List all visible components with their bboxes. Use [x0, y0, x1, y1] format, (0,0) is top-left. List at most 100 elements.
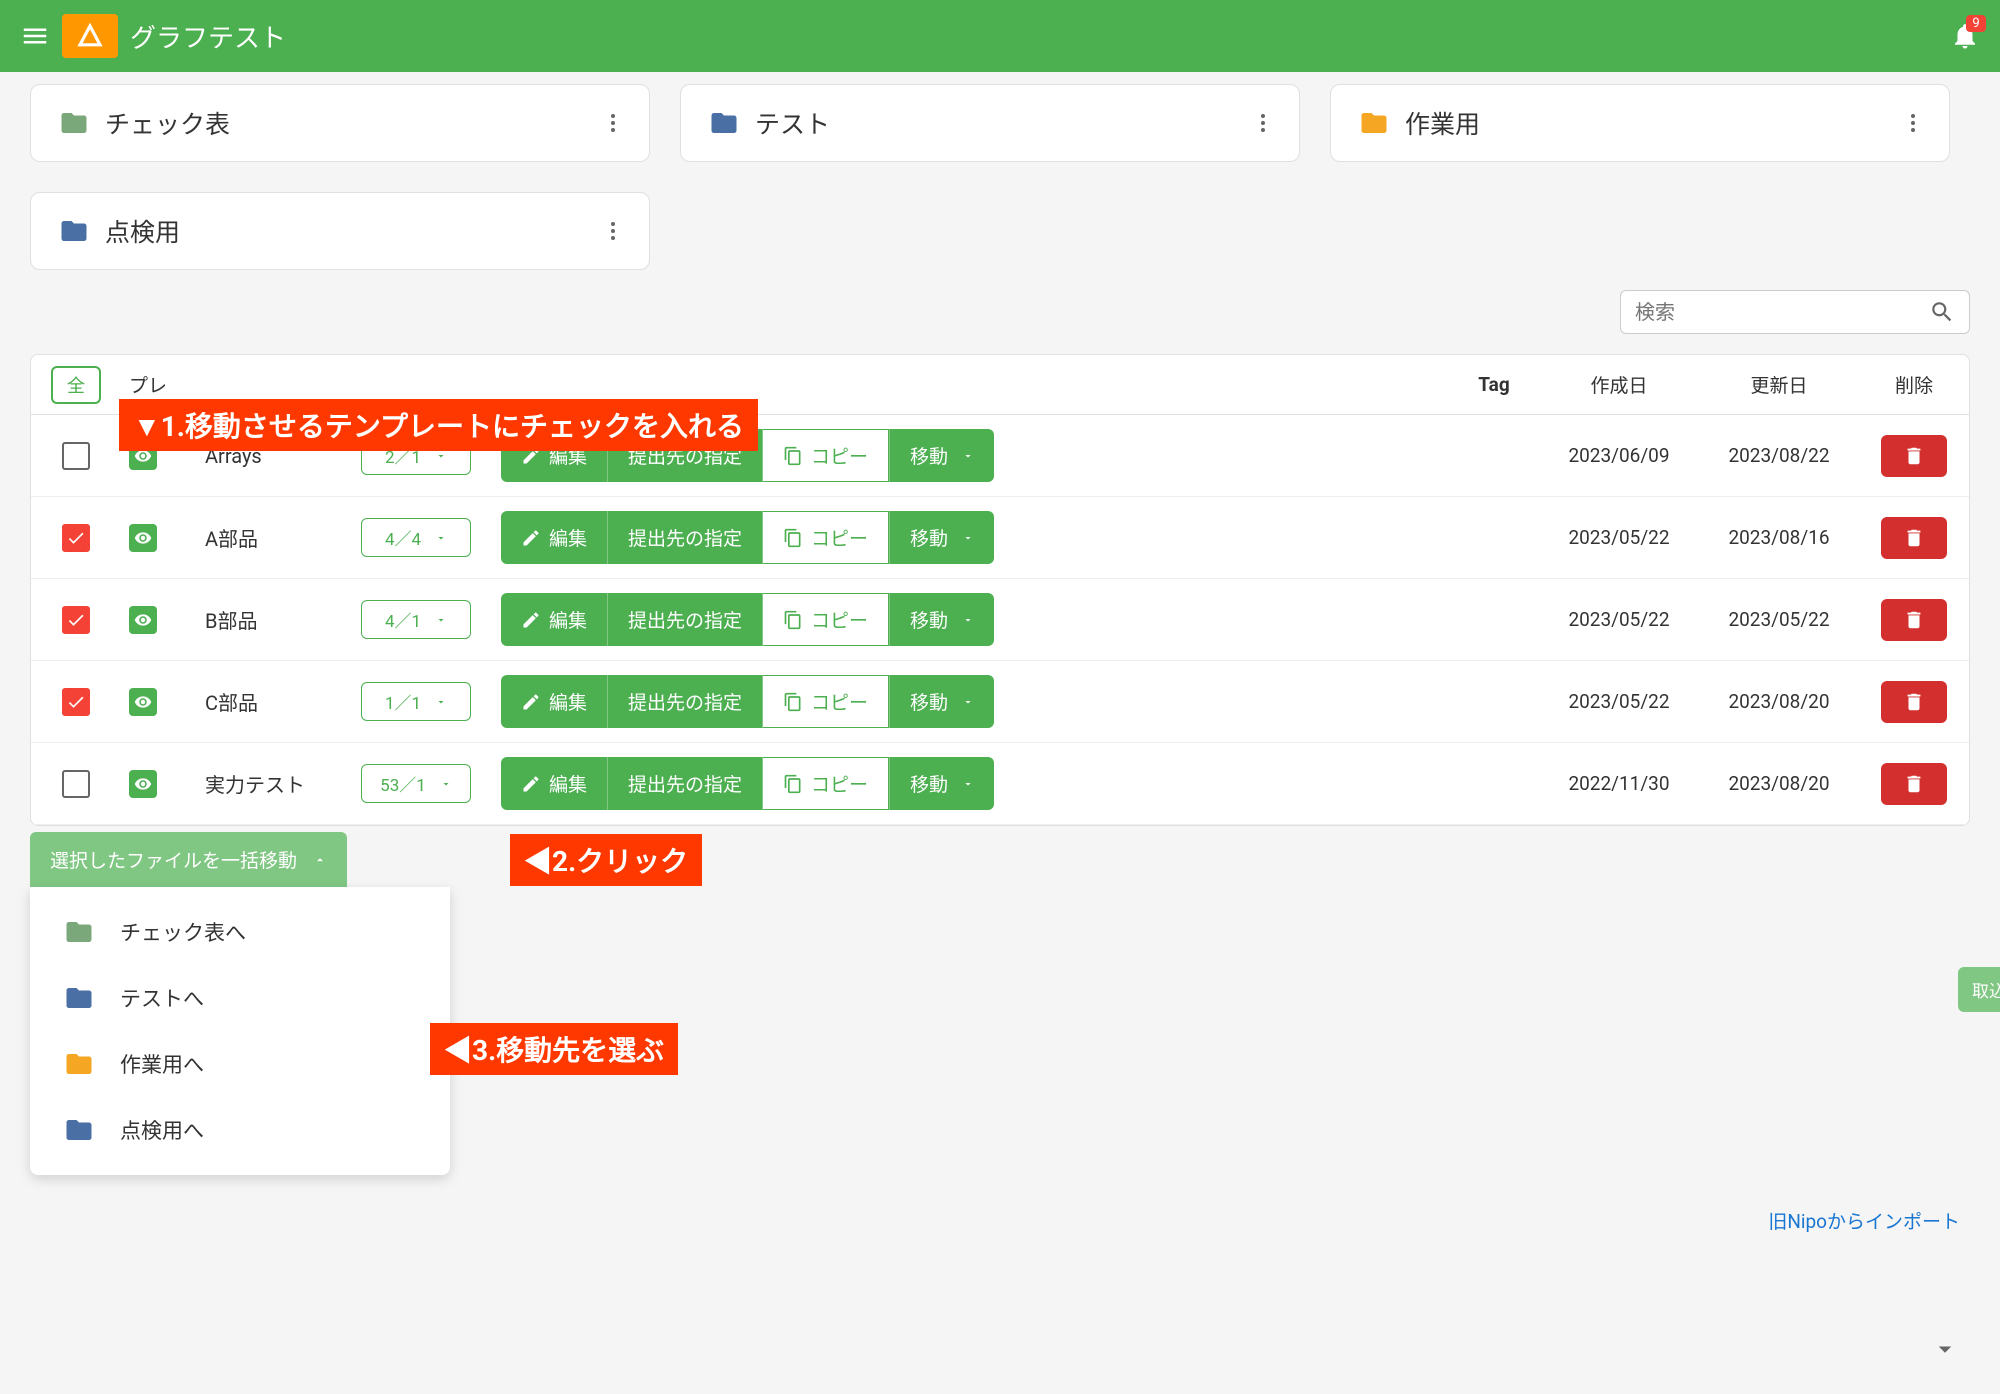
submit-button[interactable]: 提出先の指定	[608, 511, 763, 564]
edit-button[interactable]: 編集	[501, 511, 608, 564]
th-updated: 更新日	[1699, 371, 1859, 398]
created-date: 2023/05/22	[1539, 608, 1699, 631]
bulk-move-dropdown: チェック表へテストへ作業用へ点検用へ	[30, 887, 450, 1175]
bulk-move-label: 選択したファイルを一括移動	[50, 846, 297, 873]
move-button[interactable]: 移動	[889, 757, 994, 810]
row-checkbox[interactable]	[62, 770, 90, 798]
move-button[interactable]: 移動	[889, 429, 994, 482]
delete-button[interactable]	[1881, 681, 1947, 723]
dropdown-item-3[interactable]: 点検用へ	[30, 1097, 450, 1163]
bulk-move-section: 選択したファイルを一括移動 ◀2.クリック チェック表へテストへ作業用へ点検用へ…	[30, 832, 1970, 1175]
action-group: 編集 提出先の指定 コピー 移動	[501, 757, 994, 810]
dropdown-label: 点検用へ	[120, 1115, 204, 1145]
header-right: 9	[1950, 21, 1980, 51]
bulk-move-button[interactable]: 選択したファイルを一括移動	[30, 832, 347, 887]
template-name: A部品	[201, 523, 361, 552]
updated-date: 2023/05/22	[1699, 608, 1859, 631]
th-tag: Tag	[1449, 373, 1539, 396]
search-input[interactable]	[1635, 300, 1929, 324]
dropdown-item-0[interactable]: チェック表へ	[30, 899, 450, 965]
submit-button[interactable]: 提出先の指定	[608, 675, 763, 728]
th-select-all: 全	[31, 366, 121, 404]
updated-date: 2023/08/20	[1699, 690, 1859, 713]
folder-card-0[interactable]: チェック表	[30, 84, 650, 162]
folder-card-2[interactable]: 作業用	[1330, 84, 1950, 162]
folder-name: テスト	[755, 105, 830, 141]
table-row: B部品 4／1 編集 提出先の指定 コピー 移動 2023/05/22 2023…	[31, 579, 1969, 661]
preview-icon[interactable]	[129, 688, 157, 716]
template-name: 実力テスト	[201, 769, 361, 798]
more-icon[interactable]	[1901, 111, 1925, 135]
annotation-1: ▼1.移動させるテンプレートにチェックを入れる	[119, 399, 758, 451]
delete-button[interactable]	[1881, 517, 1947, 559]
copy-button[interactable]: コピー	[763, 429, 889, 482]
dropdown-item-1[interactable]: テストへ	[30, 965, 450, 1031]
edit-button[interactable]: 編集	[501, 757, 608, 810]
folder-card-1[interactable]: テスト	[680, 84, 1300, 162]
created-date: 2023/06/09	[1539, 444, 1699, 467]
created-date: 2022/11/30	[1539, 772, 1699, 795]
delete-button[interactable]	[1881, 763, 1947, 805]
csv-import-button[interactable]: 取込	[1958, 967, 2000, 1012]
updated-date: 2023/08/20	[1699, 772, 1859, 795]
select-all-button[interactable]: 全	[51, 366, 101, 404]
preview-icon[interactable]	[129, 770, 157, 798]
move-button[interactable]: 移動	[889, 675, 994, 728]
search-icon[interactable]	[1929, 299, 1955, 325]
footer: 旧Nipoからインポート	[0, 1187, 2000, 1254]
copy-button[interactable]: コピー	[763, 757, 889, 810]
dropdown-label: チェック表へ	[120, 917, 246, 947]
updated-date: 2023/08/22	[1699, 444, 1859, 467]
delete-button[interactable]	[1881, 599, 1947, 641]
template-name: B部品	[201, 605, 361, 634]
row-checkbox[interactable]	[62, 688, 90, 716]
import-link[interactable]: 旧Nipoからインポート	[1768, 1207, 1960, 1234]
folder-card-3[interactable]: 点検用	[30, 192, 650, 270]
edit-button[interactable]: 編集	[501, 675, 608, 728]
preview-icon[interactable]	[129, 524, 157, 552]
folder-list: チェック表 テスト 作業用 点検用	[30, 84, 1970, 270]
search-box[interactable]	[1620, 290, 1970, 334]
dropdown-label: テストへ	[120, 983, 204, 1013]
copy-button[interactable]: コピー	[763, 675, 889, 728]
ratio-button[interactable]: 4／4	[361, 518, 471, 557]
copy-button[interactable]: コピー	[763, 593, 889, 646]
ratio-button[interactable]: 53／1	[361, 764, 471, 803]
row-checkbox[interactable]	[62, 606, 90, 634]
ratio-button[interactable]: 1／1	[361, 682, 471, 721]
app-logo[interactable]	[62, 14, 118, 58]
app-header: グラフテスト 9	[0, 0, 2000, 72]
updated-date: 2023/08/16	[1699, 526, 1859, 549]
action-group: 編集 提出先の指定 コピー 移動	[501, 511, 994, 564]
annotation-2: ◀2.クリック	[510, 834, 702, 886]
row-checkbox[interactable]	[62, 524, 90, 552]
move-button[interactable]: 移動	[889, 593, 994, 646]
delete-button[interactable]	[1881, 435, 1947, 477]
menu-icon[interactable]	[20, 21, 50, 51]
dropdown-label: 作業用へ	[120, 1049, 204, 1079]
edit-button[interactable]: 編集	[501, 593, 608, 646]
submit-button[interactable]: 提出先の指定	[608, 593, 763, 646]
dropdown-item-2[interactable]: 作業用へ	[30, 1031, 450, 1097]
move-button[interactable]: 移動	[889, 511, 994, 564]
more-icon[interactable]	[601, 219, 625, 243]
folder-name: 点検用	[105, 213, 180, 249]
annotation-3: ◀3.移動先を選ぶ	[430, 1023, 678, 1075]
template-table: 全 プレ Tag 作成日 更新日 削除 ▼1.移動させるテンプレートにチェックを…	[30, 354, 1970, 826]
chevron-down-icon[interactable]	[1930, 1334, 1960, 1364]
ratio-button[interactable]: 4／1	[361, 600, 471, 639]
more-icon[interactable]	[1251, 111, 1275, 135]
th-created: 作成日	[1539, 371, 1699, 398]
notification-badge[interactable]: 9	[1966, 15, 1986, 32]
search-row	[30, 290, 1970, 334]
row-checkbox[interactable]	[62, 442, 90, 470]
more-icon[interactable]	[601, 111, 625, 135]
th-preview: プレ	[121, 371, 201, 398]
preview-icon[interactable]	[129, 606, 157, 634]
template-name: C部品	[201, 687, 361, 716]
submit-button[interactable]: 提出先の指定	[608, 757, 763, 810]
app-title: グラフテスト	[130, 18, 286, 55]
action-group: 編集 提出先の指定 コピー 移動	[501, 675, 994, 728]
created-date: 2023/05/22	[1539, 526, 1699, 549]
copy-button[interactable]: コピー	[763, 511, 889, 564]
